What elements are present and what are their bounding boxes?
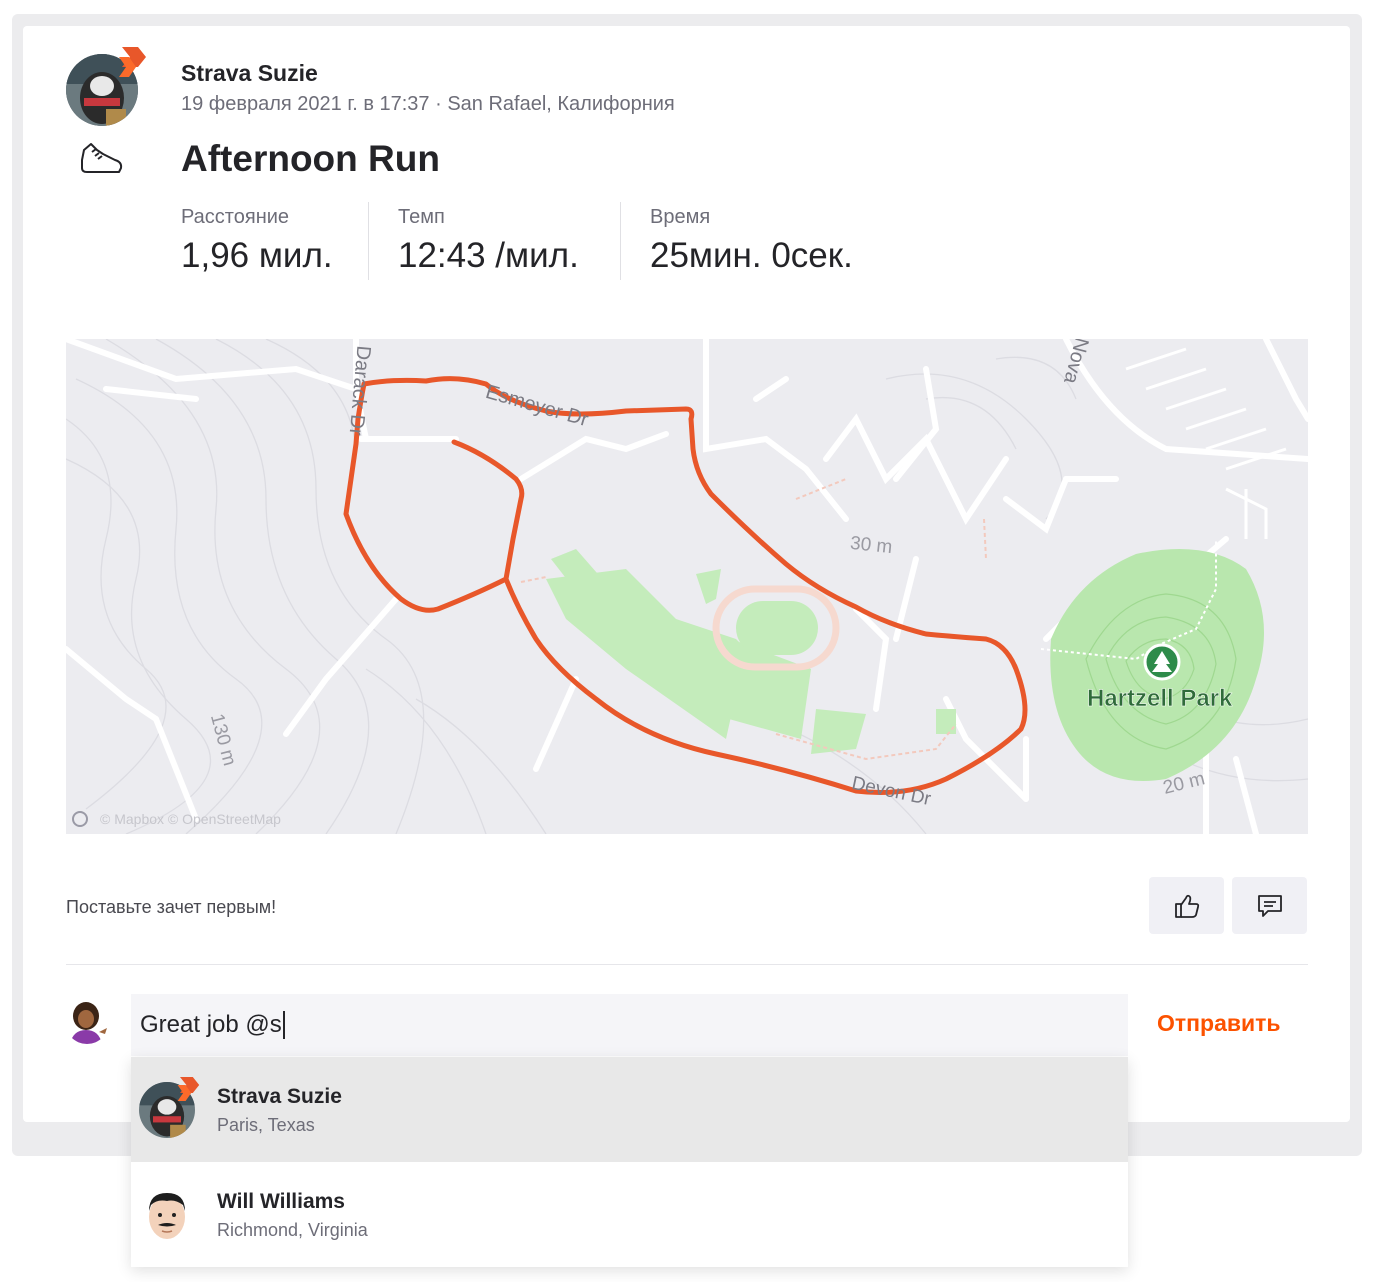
- strava-subscriber-badge-icon: [117, 47, 147, 82]
- stat-time-value: 25мин. 0сек.: [650, 236, 853, 275]
- elevation-label: 30 m: [849, 532, 894, 559]
- mention-name: Will Williams: [217, 1190, 345, 1213]
- strava-subscriber-badge-icon: [176, 1077, 200, 1106]
- mention-location: Richmond, Virginia: [217, 1220, 368, 1240]
- park-label: Hartzell Park: [1087, 685, 1233, 713]
- kudos-button[interactable]: [1149, 877, 1224, 934]
- running-shoe-icon: [79, 140, 125, 181]
- mapbox-logo-icon: [72, 811, 88, 827]
- comment-button[interactable]: [1232, 877, 1307, 934]
- comment-input-value: Great job @s: [140, 1011, 282, 1038]
- mention-name: Strava Suzie: [217, 1085, 342, 1108]
- current-user-avatar: [65, 1000, 109, 1044]
- stat-distance-label: Расстояние: [181, 206, 290, 228]
- mention-option[interactable]: Will Williams Richmond, Virginia: [131, 1162, 1128, 1267]
- stat-divider: [620, 202, 621, 280]
- thumbs-up-icon: [1174, 894, 1199, 918]
- mention-location: Paris, Texas: [217, 1115, 315, 1135]
- map-attribution[interactable]: © Mapbox © OpenStreetMap: [100, 811, 281, 827]
- comment-icon: [1257, 894, 1282, 917]
- text-caret: [282, 1011, 285, 1039]
- athlete-name[interactable]: Strava Suzie: [181, 60, 318, 87]
- stat-time-label: Время: [650, 206, 711, 228]
- kudos-prompt[interactable]: Поставьте зачет первым!: [66, 897, 276, 918]
- activity-meta: 19 февраля 2021 г. в 17:37 · San Rafael,…: [181, 93, 675, 115]
- send-comment-button[interactable]: Отправить: [1157, 1010, 1281, 1037]
- activity-map[interactable]: Hartzell Park 30 m 130 m 20 m Esmeyer Dr…: [66, 339, 1308, 834]
- mention-option[interactable]: Strava Suzie Paris, Texas: [131, 1057, 1128, 1162]
- mention-avatar: [139, 1187, 195, 1243]
- stat-pace-value: 12:43 /мил.: [398, 236, 579, 275]
- stat-pace-label: Темп: [398, 206, 445, 228]
- stat-divider: [368, 202, 369, 280]
- divider: [66, 964, 1308, 965]
- stat-distance-value: 1,96 мил.: [181, 236, 333, 275]
- activity-title[interactable]: Afternoon Run: [181, 138, 440, 180]
- mention-suggestions: Strava Suzie Paris, Texas Will Williams …: [131, 1057, 1128, 1267]
- comment-input[interactable]: Great job @s: [131, 994, 1128, 1056]
